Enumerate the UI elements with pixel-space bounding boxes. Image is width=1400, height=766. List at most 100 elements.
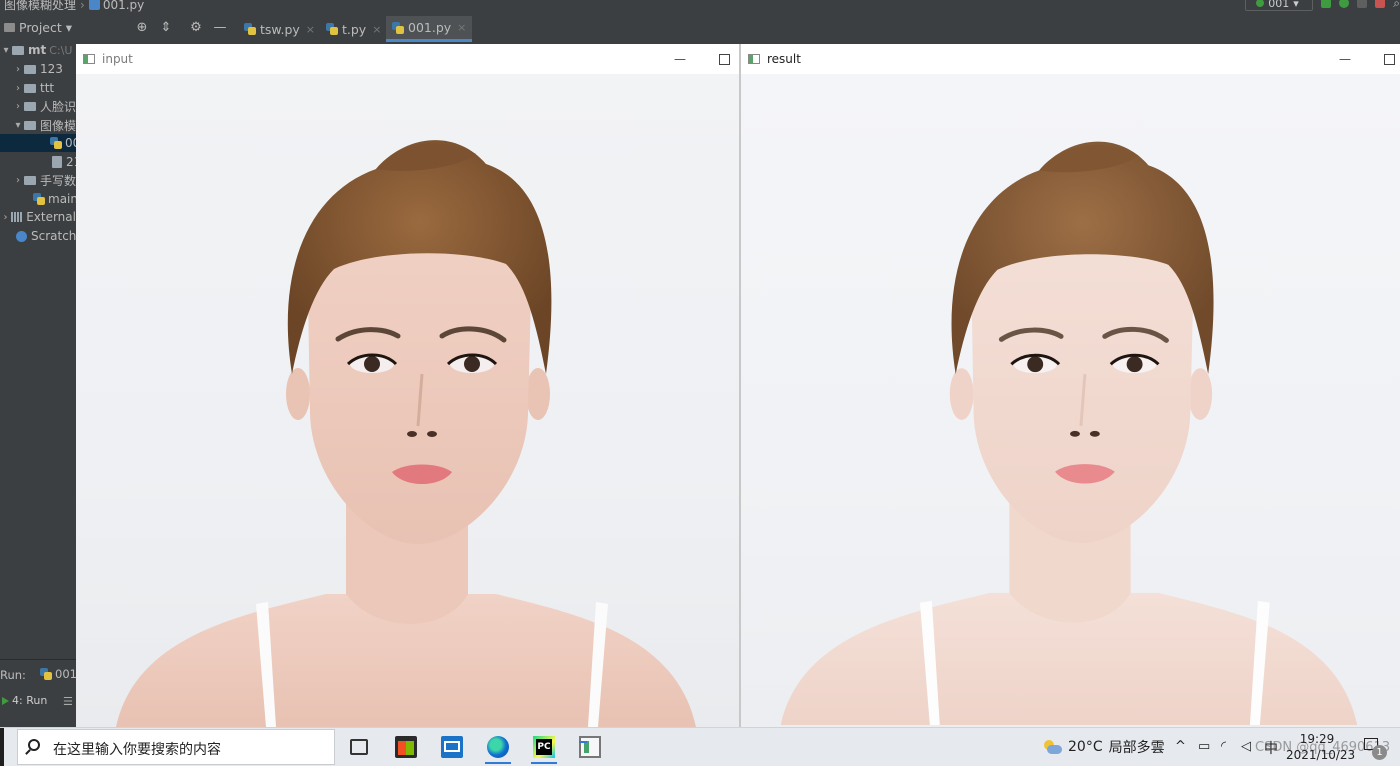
chevron-right-icon[interactable]: › (12, 64, 24, 75)
tree-item-scratches[interactable]: Scratche (0, 227, 76, 245)
tab-label: t.py (342, 21, 367, 37)
weather-description: 局部多雲 (1108, 740, 1165, 756)
tab-label: tsw.py (260, 21, 300, 37)
python-file-icon (50, 137, 62, 149)
tab-t-py[interactable]: t.py × (320, 16, 387, 42)
run-configuration-dropdown[interactable]: 001 ▾ (1245, 0, 1314, 11)
system-clock[interactable]: 19:29 2021/10/23 (1286, 731, 1356, 763)
result-image (741, 74, 1400, 727)
input-window-titlebar[interactable]: input — (76, 44, 739, 74)
run-toolwindow-label: 4: Run (12, 694, 48, 707)
microsoft-store-icon[interactable] (395, 736, 417, 758)
tree-item-label: 21 (66, 155, 76, 169)
minimize-icon[interactable]: — (1339, 52, 1351, 66)
maximize-icon[interactable] (1384, 54, 1395, 65)
close-icon[interactable]: × (372, 23, 381, 36)
edge-browser-icon[interactable] (485, 736, 511, 764)
chevron-down-icon: ▾ (1293, 0, 1299, 10)
python-file-icon (33, 193, 45, 205)
chevron-right-icon[interactable]: › (12, 101, 24, 112)
tree-item-external-libraries[interactable]: › External (0, 208, 76, 226)
tree-item-root[interactable]: ▾ mt C:\U (0, 44, 76, 59)
input-image (76, 74, 739, 727)
tree-item-file[interactable]: 21 (0, 153, 76, 171)
close-icon[interactable]: × (306, 23, 315, 36)
task-view-icon[interactable] (350, 739, 368, 755)
python-file-icon (40, 668, 52, 680)
project-view-dropdown[interactable]: Project ▾ (4, 20, 72, 35)
chevron-right-icon[interactable]: › (12, 83, 24, 94)
tree-item-file[interactable]: main (0, 190, 76, 208)
run-toolwindow-button[interactable]: 4: Run (2, 694, 47, 707)
tree-item-folder[interactable]: ▾ 图像模 (0, 116, 76, 134)
tab-001-py[interactable]: 001.py × (386, 16, 473, 42)
debug-icon[interactable] (1339, 0, 1350, 8)
tree-item-label: main (48, 192, 76, 206)
window-title: input (102, 52, 133, 66)
wifi-icon[interactable]: ◜ (1221, 739, 1226, 754)
python-file-icon (88, 0, 100, 10)
mail-icon[interactable] (441, 736, 463, 758)
python-file-icon (244, 23, 256, 35)
close-icon[interactable]: × (457, 21, 466, 34)
taskbar-search-box[interactable]: 在这里输入你要搜索的内容 (17, 729, 335, 765)
result-window-titlebar[interactable]: result — (741, 44, 1400, 74)
folder-icon (12, 45, 24, 55)
run-controls: 001 ▾ ⌕ (1245, 0, 1400, 12)
tree-item-folder[interactable]: › ttt (0, 79, 76, 97)
chevron-down-icon[interactable]: ▾ (12, 120, 24, 131)
chevron-down-icon[interactable]: ▾ (0, 45, 12, 56)
library-icon (11, 212, 23, 222)
rerun-icon[interactable] (1321, 0, 1332, 8)
smoothed-portrait-photo (780, 141, 1358, 726)
breadcrumb-separator: › (80, 0, 85, 12)
chevron-right-icon[interactable]: › (0, 212, 11, 223)
tree-item-folder[interactable]: › 手写数 (0, 171, 76, 189)
folder-icon (24, 64, 36, 74)
gear-icon[interactable]: ⚙ (188, 20, 204, 35)
input-window: input — (76, 44, 739, 727)
tree-item-file-selected[interactable]: 00 (0, 134, 76, 152)
tree-item-label: 手写数 (40, 173, 76, 188)
hide-panel-icon[interactable]: — (212, 20, 228, 35)
tree-item-label: Scratche (31, 229, 76, 243)
scratches-icon (16, 230, 27, 242)
list-icon[interactable]: ☰ (63, 695, 73, 708)
chevron-up-icon[interactable]: ^ (1175, 739, 1186, 754)
python-file-icon (326, 23, 338, 35)
run-panel-label: Run: (0, 668, 26, 682)
volume-icon[interactable]: ◁ (1241, 739, 1251, 754)
opencv-window-taskbar-icon[interactable] (579, 736, 601, 758)
weather-widget[interactable]: 20°C 局部多雲 (1042, 737, 1165, 757)
folder-icon (24, 120, 36, 130)
weather-temperature: 20°C (1068, 739, 1103, 755)
portrait-photo (116, 140, 696, 727)
breadcrumb-file[interactable]: 001.py (103, 0, 144, 12)
run-tab[interactable]: 001 (40, 667, 77, 681)
search-icon (28, 739, 40, 751)
folder-icon (24, 175, 36, 185)
clock-date: 2021/10/23 (1286, 748, 1356, 762)
editor-toolbar: Project ▾ ⊕ ⇕ ⚙ — tsw.py × t.py × 001.py… (0, 13, 1400, 45)
coverage-icon[interactable] (1357, 0, 1368, 8)
maximize-icon[interactable] (719, 54, 730, 65)
minimize-icon[interactable]: — (674, 52, 686, 66)
tree-item-folder[interactable]: › 123 (0, 60, 76, 78)
folder-icon (24, 101, 36, 111)
tree-item-folder[interactable]: › 人脸识 (0, 97, 76, 115)
chevron-right-icon[interactable]: › (12, 175, 24, 186)
locate-target-icon[interactable]: ⊕ (134, 20, 150, 35)
start-button[interactable] (0, 728, 4, 766)
collapse-all-icon[interactable]: ⇕ (158, 20, 174, 35)
opencv-window-icon (83, 54, 95, 64)
play-icon (2, 696, 9, 705)
stop-icon[interactable] (1375, 0, 1386, 8)
pycharm-icon[interactable] (531, 736, 557, 764)
run-configuration-label: 001 (1268, 0, 1290, 10)
battery-icon[interactable]: ▭ (1198, 739, 1210, 754)
breadcrumb-folder[interactable]: 图像模糊处理 (4, 0, 76, 12)
search-everywhere-icon[interactable]: ⌕ (1393, 0, 1400, 11)
tab-tsw-py[interactable]: tsw.py × (238, 16, 321, 42)
project-label: Project (19, 20, 62, 35)
tree-item-label: 00 (65, 136, 76, 150)
